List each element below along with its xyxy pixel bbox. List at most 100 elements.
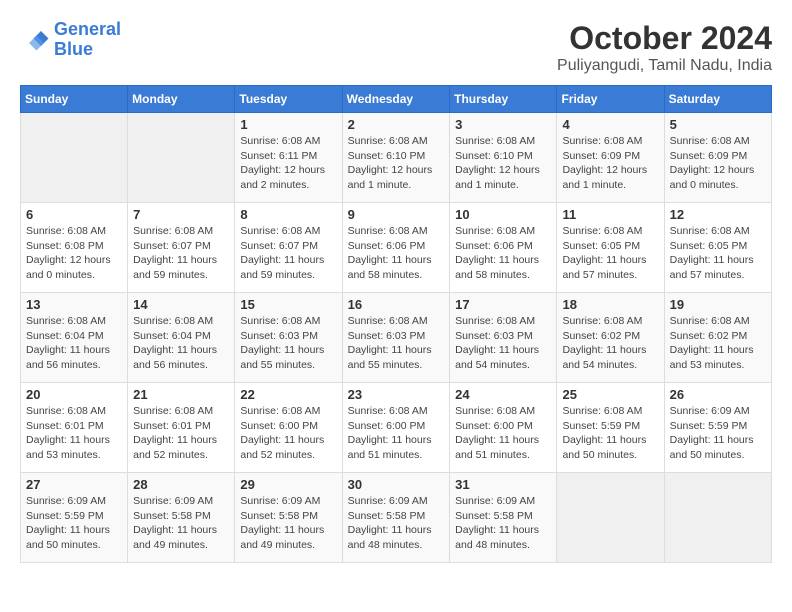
- day-number: 3: [455, 117, 551, 132]
- day-number: 24: [455, 387, 551, 402]
- day-number: 23: [348, 387, 445, 402]
- calendar-cell: 14Sunrise: 6:08 AM Sunset: 6:04 PM Dayli…: [128, 293, 235, 383]
- calendar-week-row: 6 Sunrise: 6:08 AM Sunset: 6:08 PM Daylig…: [21, 203, 772, 293]
- day-info: Sunrise: 6:08 AM Sunset: 6:04 PM Dayligh…: [26, 314, 122, 373]
- logo-text: General Blue: [54, 20, 121, 60]
- header-tuesday: Tuesday: [235, 86, 342, 113]
- day-info: Sunrise: 6:08 AM Sunset: 6:01 PM Dayligh…: [133, 404, 229, 463]
- calendar-cell: 4 Sunrise: 6:08 AM Sunset: 6:09 PM Daylig…: [557, 113, 664, 203]
- day-info: Sunrise: 6:08 AM Sunset: 6:00 PM Dayligh…: [455, 404, 551, 463]
- day-number: 7: [133, 207, 229, 222]
- calendar-cell: [128, 113, 235, 203]
- calendar-cell: 25Sunrise: 6:08 AM Sunset: 5:59 PM Dayli…: [557, 383, 664, 473]
- day-info: Sunrise: 6:08 AM Sunset: 6:10 PM Dayligh…: [455, 134, 551, 193]
- day-number: 28: [133, 477, 229, 492]
- calendar-cell: 19 Sunrise: 6:08 AM Sunset: 6:02 PM Dayli…: [664, 293, 771, 383]
- day-info: Sunrise: 6:09 AM Sunset: 5:58 PM Dayligh…: [455, 494, 551, 553]
- header-friday: Friday: [557, 86, 664, 113]
- calendar-header-row: SundayMondayTuesdayWednesdayThursdayFrid…: [21, 86, 772, 113]
- day-info: Sunrise: 6:08 AM Sunset: 5:59 PM Dayligh…: [562, 404, 658, 463]
- calendar-cell: 16 Sunrise: 6:08 AM Sunset: 6:03 PM Dayli…: [342, 293, 450, 383]
- page-header: General Blue October 2024 Puliyangudi, T…: [20, 20, 772, 75]
- day-info: Sunrise: 6:08 AM Sunset: 6:08 PM Dayligh…: [26, 224, 122, 283]
- day-number: 11: [562, 207, 658, 222]
- day-info: Sunrise: 6:09 AM Sunset: 5:59 PM Dayligh…: [26, 494, 122, 553]
- calendar-cell: 11 Sunrise: 6:08 AM Sunset: 6:05 PM Dayli…: [557, 203, 664, 293]
- day-info: Sunrise: 6:08 AM Sunset: 6:02 PM Dayligh…: [670, 314, 766, 373]
- day-info: Sunrise: 6:08 AM Sunset: 6:02 PM Dayligh…: [562, 314, 658, 373]
- title-block: October 2024 Puliyangudi, Tamil Nadu, In…: [557, 20, 772, 75]
- header-thursday: Thursday: [450, 86, 557, 113]
- day-info: Sunrise: 6:08 AM Sunset: 6:03 PM Dayligh…: [455, 314, 551, 373]
- calendar-cell: 27 Sunrise: 6:09 AM Sunset: 5:59 PM Dayli…: [21, 473, 128, 563]
- calendar-week-row: 27 Sunrise: 6:09 AM Sunset: 5:59 PM Dayli…: [21, 473, 772, 563]
- month-title: October 2024: [557, 20, 772, 57]
- calendar-cell: 12Sunrise: 6:08 AM Sunset: 6:05 PM Dayli…: [664, 203, 771, 293]
- day-number: 26: [670, 387, 766, 402]
- calendar-cell: 9 Sunrise: 6:08 AM Sunset: 6:06 PM Daylig…: [342, 203, 450, 293]
- day-number: 6: [26, 207, 122, 222]
- day-number: 31: [455, 477, 551, 492]
- calendar-cell: 10 Sunrise: 6:08 AM Sunset: 6:06 PM Dayli…: [450, 203, 557, 293]
- calendar-cell: 20 Sunrise: 6:08 AM Sunset: 6:01 PM Dayli…: [21, 383, 128, 473]
- header-wednesday: Wednesday: [342, 86, 450, 113]
- day-info: Sunrise: 6:08 AM Sunset: 6:05 PM Dayligh…: [670, 224, 766, 283]
- calendar-week-row: 1 Sunrise: 6:08 AM Sunset: 6:11 PM Daylig…: [21, 113, 772, 203]
- day-info: Sunrise: 6:08 AM Sunset: 6:07 PM Dayligh…: [133, 224, 229, 283]
- calendar-cell: 21 Sunrise: 6:08 AM Sunset: 6:01 PM Dayli…: [128, 383, 235, 473]
- day-info: Sunrise: 6:08 AM Sunset: 6:00 PM Dayligh…: [240, 404, 336, 463]
- calendar-cell: 24 Sunrise: 6:08 AM Sunset: 6:00 PM Dayli…: [450, 383, 557, 473]
- header-sunday: Sunday: [21, 86, 128, 113]
- header-saturday: Saturday: [664, 86, 771, 113]
- day-number: 30: [348, 477, 445, 492]
- calendar-cell: 26 Sunrise: 6:09 AM Sunset: 5:59 PM Dayli…: [664, 383, 771, 473]
- calendar-cell: 8Sunrise: 6:08 AM Sunset: 6:07 PM Daylig…: [235, 203, 342, 293]
- day-number: 16: [348, 297, 445, 312]
- day-info: Sunrise: 6:08 AM Sunset: 6:10 PM Dayligh…: [348, 134, 445, 193]
- day-info: Sunrise: 6:08 AM Sunset: 6:09 PM Dayligh…: [562, 134, 658, 193]
- calendar-cell: 6 Sunrise: 6:08 AM Sunset: 6:08 PM Daylig…: [21, 203, 128, 293]
- calendar-week-row: 20 Sunrise: 6:08 AM Sunset: 6:01 PM Dayli…: [21, 383, 772, 473]
- calendar-cell: 28 Sunrise: 6:09 AM Sunset: 5:58 PM Dayli…: [128, 473, 235, 563]
- calendar-cell: 7 Sunrise: 6:08 AM Sunset: 6:07 PM Daylig…: [128, 203, 235, 293]
- day-number: 9: [348, 207, 445, 222]
- day-number: 8: [240, 207, 336, 222]
- calendar-table: SundayMondayTuesdayWednesdayThursdayFrid…: [20, 85, 772, 563]
- day-info: Sunrise: 6:08 AM Sunset: 6:03 PM Dayligh…: [348, 314, 445, 373]
- calendar-cell: 22Sunrise: 6:08 AM Sunset: 6:00 PM Dayli…: [235, 383, 342, 473]
- day-number: 2: [348, 117, 445, 132]
- calendar-cell: [21, 113, 128, 203]
- calendar-cell: 3 Sunrise: 6:08 AM Sunset: 6:10 PM Daylig…: [450, 113, 557, 203]
- day-number: 10: [455, 207, 551, 222]
- day-number: 20: [26, 387, 122, 402]
- location-title: Puliyangudi, Tamil Nadu, India: [557, 57, 772, 75]
- calendar-cell: 17Sunrise: 6:08 AM Sunset: 6:03 PM Dayli…: [450, 293, 557, 383]
- day-info: Sunrise: 6:09 AM Sunset: 5:58 PM Dayligh…: [133, 494, 229, 553]
- day-number: 1: [240, 117, 336, 132]
- day-info: Sunrise: 6:08 AM Sunset: 6:00 PM Dayligh…: [348, 404, 445, 463]
- day-number: 21: [133, 387, 229, 402]
- day-info: Sunrise: 6:09 AM Sunset: 5:59 PM Dayligh…: [670, 404, 766, 463]
- day-info: Sunrise: 6:08 AM Sunset: 6:06 PM Dayligh…: [348, 224, 445, 283]
- day-info: Sunrise: 6:08 AM Sunset: 6:11 PM Dayligh…: [240, 134, 336, 193]
- calendar-cell: 1 Sunrise: 6:08 AM Sunset: 6:11 PM Daylig…: [235, 113, 342, 203]
- logo: General Blue: [20, 20, 121, 60]
- day-info: Sunrise: 6:08 AM Sunset: 6:01 PM Dayligh…: [26, 404, 122, 463]
- header-monday: Monday: [128, 86, 235, 113]
- day-number: 27: [26, 477, 122, 492]
- calendar-cell: 29 Sunrise: 6:09 AM Sunset: 5:58 PM Dayli…: [235, 473, 342, 563]
- day-info: Sunrise: 6:08 AM Sunset: 6:03 PM Dayligh…: [240, 314, 336, 373]
- logo-icon: [20, 25, 50, 55]
- day-info: Sunrise: 6:08 AM Sunset: 6:06 PM Dayligh…: [455, 224, 551, 283]
- day-number: 13: [26, 297, 122, 312]
- day-info: Sunrise: 6:08 AM Sunset: 6:05 PM Dayligh…: [562, 224, 658, 283]
- calendar-cell: 5Sunrise: 6:08 AM Sunset: 6:09 PM Daylig…: [664, 113, 771, 203]
- calendar-cell: 13 Sunrise: 6:08 AM Sunset: 6:04 PM Dayli…: [21, 293, 128, 383]
- day-info: Sunrise: 6:09 AM Sunset: 5:58 PM Dayligh…: [240, 494, 336, 553]
- calendar-cell: 18 Sunrise: 6:08 AM Sunset: 6:02 PM Dayli…: [557, 293, 664, 383]
- day-info: Sunrise: 6:08 AM Sunset: 6:09 PM Dayligh…: [670, 134, 766, 193]
- day-number: 18: [562, 297, 658, 312]
- day-number: 4: [562, 117, 658, 132]
- day-number: 29: [240, 477, 336, 492]
- day-number: 19: [670, 297, 766, 312]
